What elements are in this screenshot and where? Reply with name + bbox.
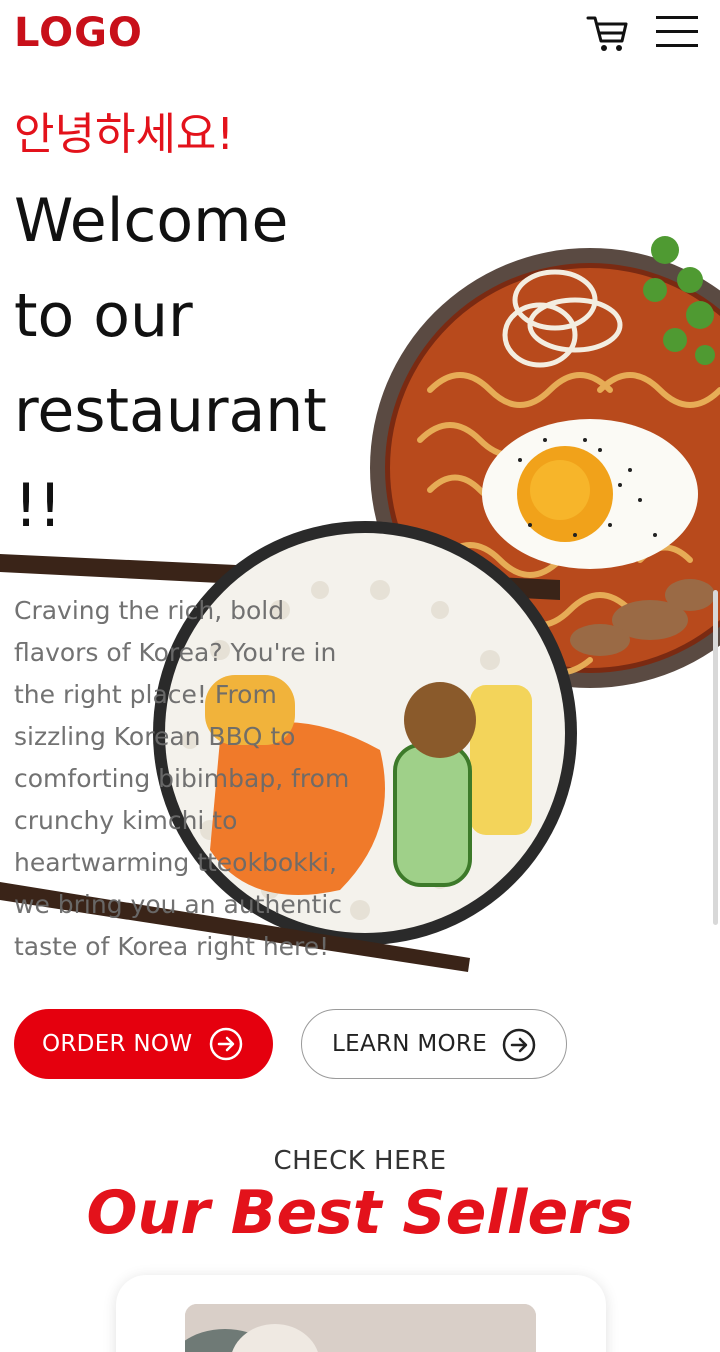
hamburger-menu-button[interactable]	[652, 12, 702, 54]
cart-button[interactable]	[586, 12, 630, 54]
hero-intro-text: Craving the rich, bold flavors of Korea?…	[14, 596, 350, 961]
scrollbar[interactable]	[713, 590, 718, 925]
arrow-right-circle-icon	[502, 1028, 536, 1062]
best-sellers-eyebrow: CHECK HERE	[273, 1146, 447, 1176]
logo[interactable]: LOGO	[14, 10, 143, 56]
menu-icon-bar-1	[656, 16, 698, 19]
order-now-button[interactable]: ORDER NOW	[14, 1009, 273, 1079]
best-sellers-title: Our Best Sellers	[86, 1178, 634, 1248]
learn-more-label: LEARN MORE	[332, 1031, 488, 1057]
best-seller-card[interactable]	[116, 1275, 606, 1352]
headline-line-1: Welcome	[14, 186, 289, 256]
menu-icon-bar-2	[656, 30, 698, 33]
headline-line-3: restaurant	[14, 376, 327, 446]
order-now-label: ORDER NOW	[42, 1031, 193, 1057]
site-header: LOGO	[0, 0, 720, 70]
product-image	[185, 1304, 536, 1352]
greeting-korean: 안녕하세요!	[14, 109, 235, 160]
menu-icon-bar-3	[656, 44, 698, 47]
cart-icon	[586, 16, 628, 51]
headline-line-2: to our	[14, 281, 193, 351]
arrow-right-circle-icon	[209, 1027, 243, 1061]
product-photo	[185, 1304, 536, 1352]
hero-headline: Welcome to our restaurant !!	[14, 174, 374, 554]
learn-more-button[interactable]: LEARN MORE	[301, 1009, 567, 1079]
headline-line-4: !!	[14, 471, 63, 541]
